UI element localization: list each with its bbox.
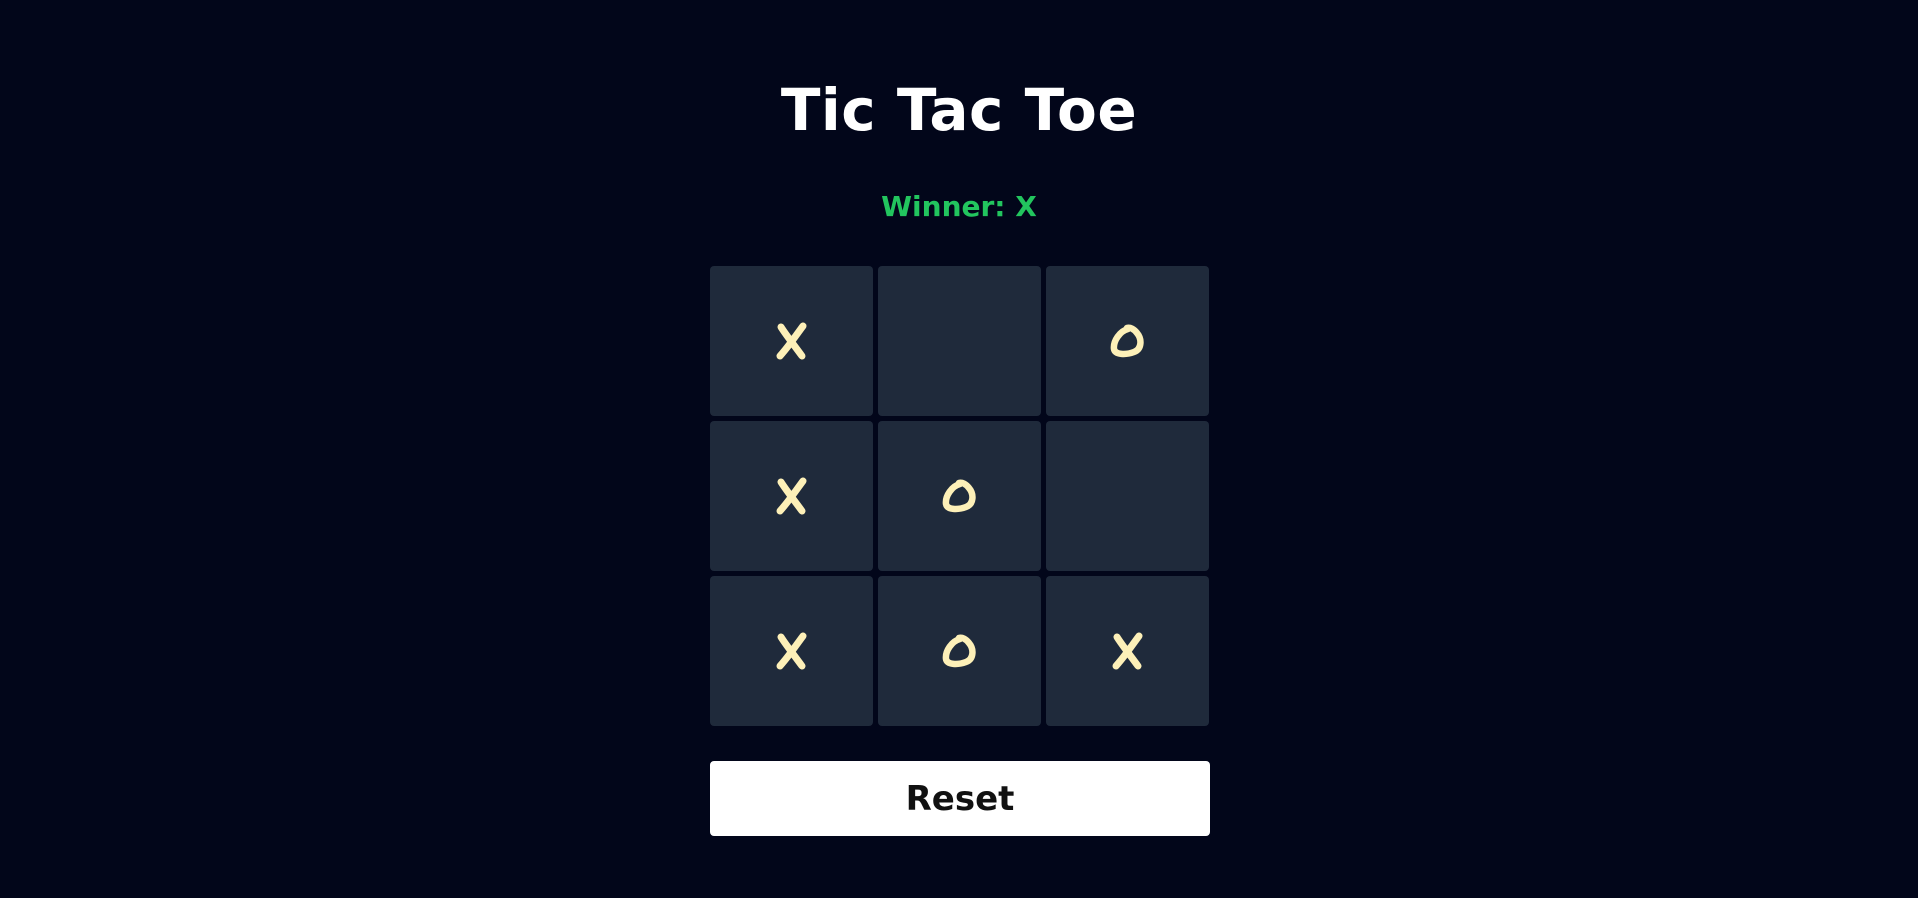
winner-status: Winner: X — [881, 190, 1037, 223]
hand-drawn-o-icon — [942, 634, 976, 668]
board-cell-2[interactable] — [878, 266, 1041, 416]
game-board — [710, 266, 1210, 726]
board-cell-3[interactable] — [1046, 266, 1209, 416]
hand-drawn-x-icon — [776, 477, 806, 515]
board-cell-7[interactable] — [710, 576, 873, 726]
hand-drawn-x-icon — [776, 632, 806, 670]
hand-drawn-o-icon — [942, 479, 976, 513]
board-cell-5[interactable] — [878, 421, 1041, 571]
reset-button[interactable]: Reset — [710, 761, 1210, 836]
hand-drawn-o-icon — [1110, 324, 1144, 358]
board-cell-8[interactable] — [878, 576, 1041, 726]
board-cell-6[interactable] — [1046, 421, 1209, 571]
board-cell-9[interactable] — [1046, 576, 1209, 726]
board-cell-1[interactable] — [710, 266, 873, 416]
board-cell-4[interactable] — [710, 421, 873, 571]
hand-drawn-x-icon — [1112, 632, 1142, 670]
game-page: Tic Tac Toe Winner: X Reset — [0, 0, 1918, 898]
hand-drawn-x-icon — [776, 322, 806, 360]
page-title: Tic Tac Toe — [780, 76, 1138, 144]
